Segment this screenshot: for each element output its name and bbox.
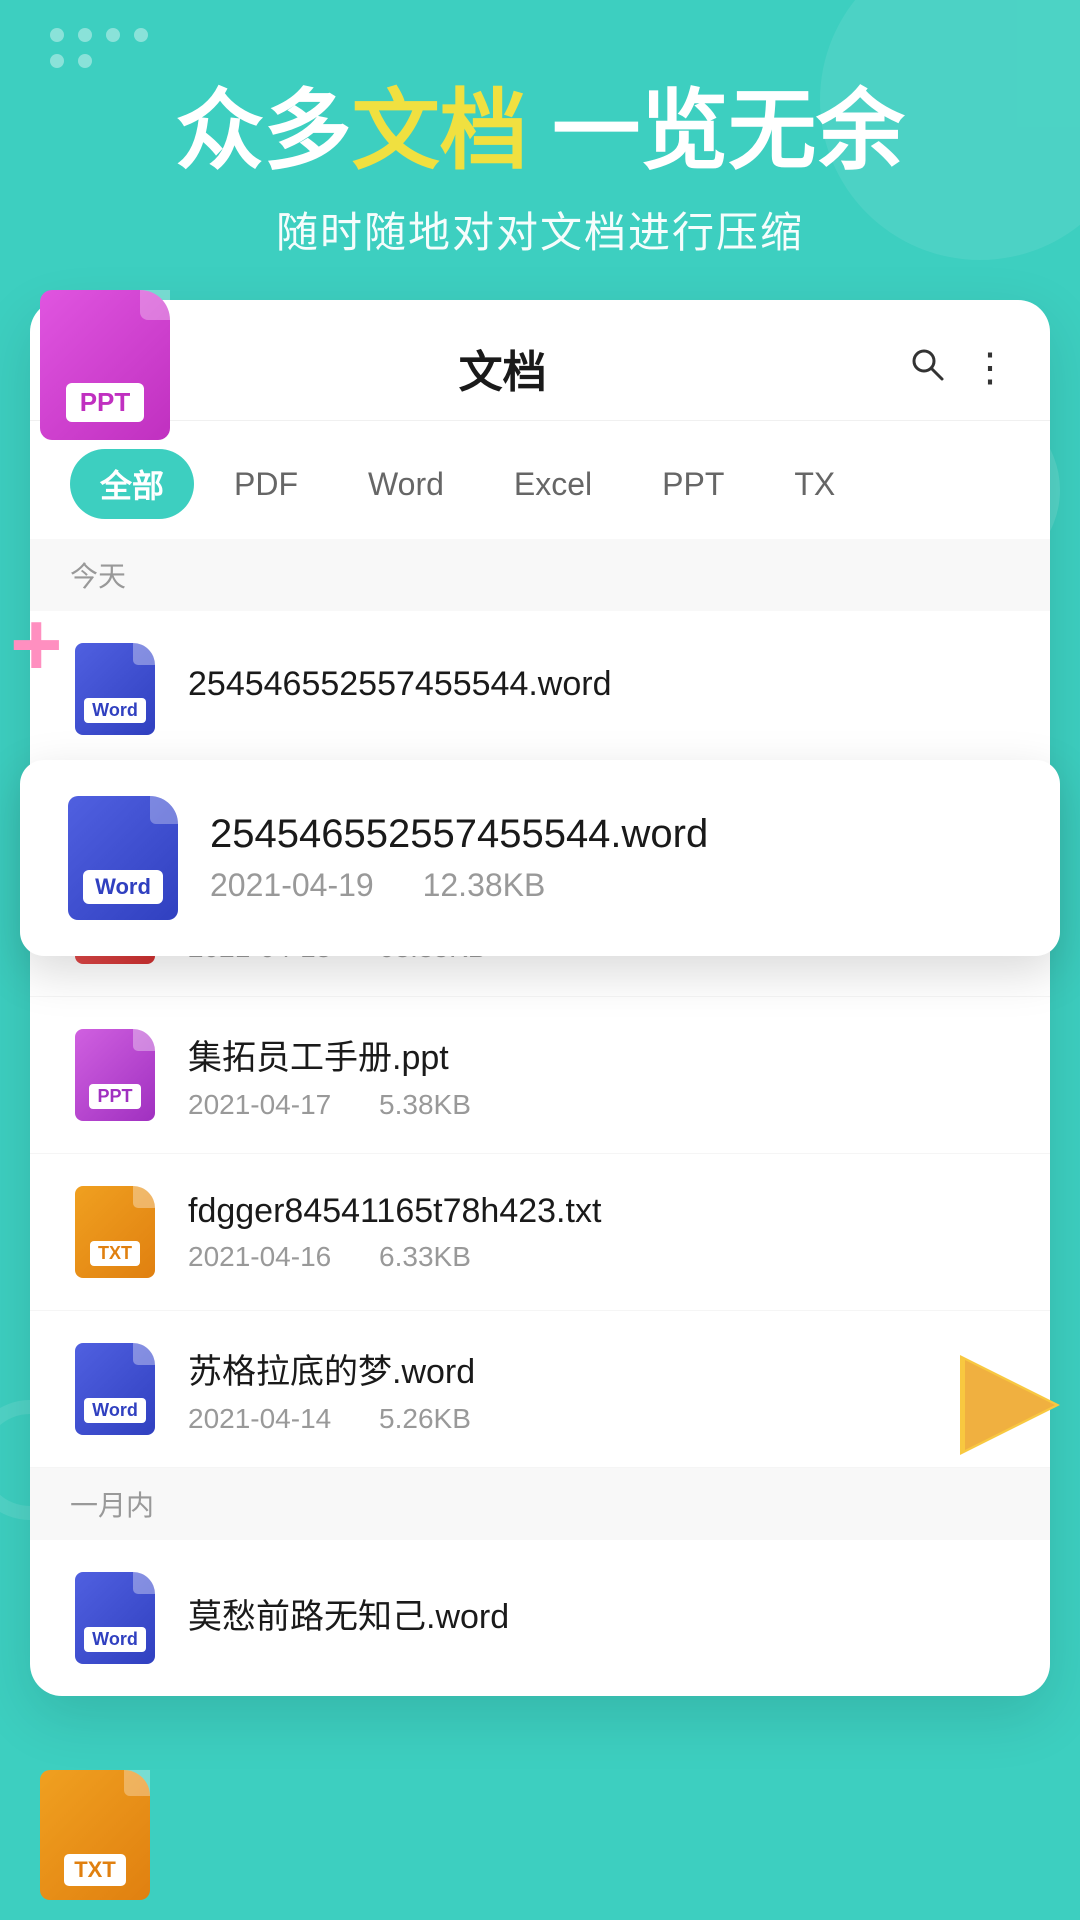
txt-file-icon: TXT [70,1182,160,1282]
tab-excel[interactable]: Excel [484,454,622,515]
word-badge: Word [84,698,146,723]
txt-badge: TXT [90,1241,140,1266]
file-info: 苏格拉底的梦.word 2021-04-14 5.26KB [188,1344,1010,1435]
file-info: 集拓员工手册.ppt 2021-04-17 5.38KB [188,1030,1010,1121]
hero-section: 众多文档 一览无余 随时随地对对文档进行压缩 [0,80,1080,300]
today-section-label: 今天 [30,539,1050,611]
tab-ppt[interactable]: PPT [632,454,754,515]
list-item[interactable]: Word 254546552557455544.word [30,611,1050,768]
highlighted-file-name: 254546552557455544.word [210,812,1012,857]
list-item[interactable]: Word 莫愁前路无知己.word [30,1540,1050,1696]
tab-all[interactable]: 全部 [70,449,194,519]
ppt-floating-icon: PPT [40,290,180,450]
file-name: 苏格拉底的梦.word [188,1344,1010,1393]
file-name: 集拓员工手册.ppt [188,1030,1010,1079]
plus-decoration: + [10,600,63,690]
highlighted-file-meta: 2021-04-19 12.38KB [210,867,1012,904]
highlighted-word-icon: Word [68,796,178,920]
ppt-badge: PPT [89,1084,140,1109]
list-item[interactable]: PPT 集拓员工手册.ppt 2021-04-17 5.38KB [30,997,1050,1154]
file-name: 254546552557455544.word [188,665,1010,704]
file-name: 莫愁前路无知己.word [188,1589,1010,1638]
header-actions: ⋮ [906,343,1010,393]
file-meta: 2021-04-16 6.33KB [188,1241,1010,1273]
list-item[interactable]: Word 苏格拉底的梦.word 2021-04-14 5.26KB [30,1311,1050,1468]
hero-subtitle: 随时随地对对文档进行压缩 [40,199,1040,260]
list-item[interactable]: TXT fdgger84541165t78h423.txt 2021-04-16… [30,1154,1050,1311]
tab-tx[interactable]: TX [764,454,865,515]
search-button[interactable] [906,343,946,393]
hero-title: 众多文档 一览无余 [40,80,1040,181]
page-title: 文档 [459,336,547,400]
ppt-file-icon: PPT [70,1025,160,1125]
word-file-icon-2: Word [70,1339,160,1439]
word-badge-3: Word [84,1627,146,1652]
highlighted-file-item[interactable]: Word 254546552557455544.word 2021-04-19 … [20,760,1060,956]
month-section-label: 一月内 [30,1468,1050,1540]
file-meta: 2021-04-17 5.38KB [188,1089,1010,1121]
word-file-icon: Word [70,639,160,739]
file-info: fdgger84541165t78h423.txt 2021-04-16 6.3… [188,1192,1010,1273]
more-button[interactable]: ⋮ [970,345,1010,391]
filter-tabs: 全部 PDF Word Excel PPT TX [30,421,1050,539]
word-file-icon-3: Word [70,1568,160,1668]
tab-pdf[interactable]: PDF [204,454,328,515]
card-header: ‹ 文档 ⋮ [30,300,1050,421]
ppt-label: PPT [66,383,145,422]
txt-floating-icon: TXT [40,1770,160,1910]
file-manager-card: ‹ 文档 ⋮ 全部 PDF Word Excel [30,300,1050,1696]
word-badge-2: Word [84,1398,146,1423]
highlighted-word-badge: Word [83,870,163,904]
file-info: 254546552557455544.word [188,665,1010,714]
highlighted-file-info: 254546552557455544.word 2021-04-19 12.38… [210,812,1012,904]
file-meta: 2021-04-14 5.26KB [188,1403,1010,1435]
play-decoration [950,1345,1070,1470]
tab-word[interactable]: Word [338,454,474,515]
file-info: 莫愁前路无知己.word [188,1589,1010,1648]
txt-label: TXT [64,1854,126,1886]
file-name: fdgger84541165t78h423.txt [188,1192,1010,1231]
